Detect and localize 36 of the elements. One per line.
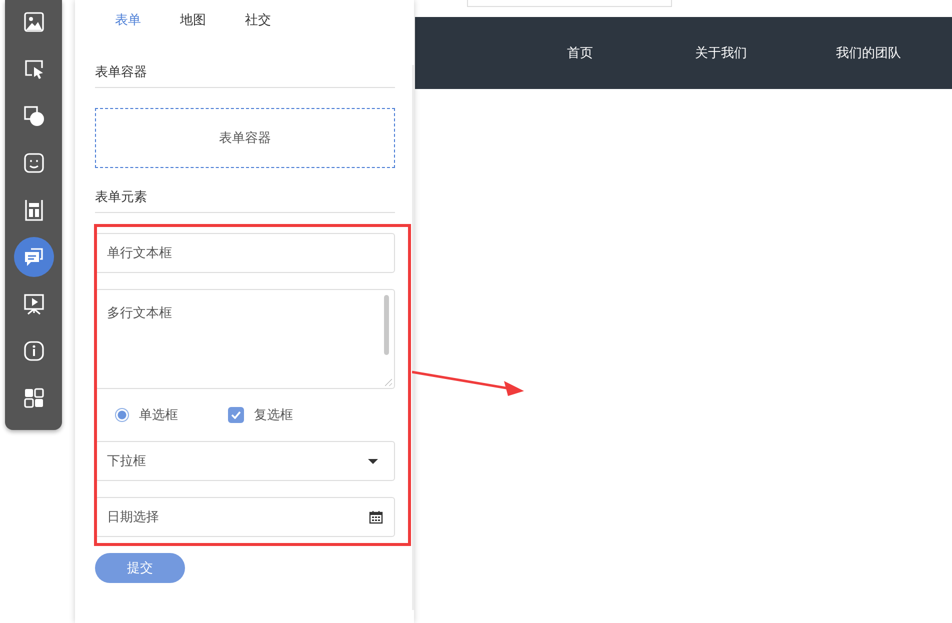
resize-grip-icon bbox=[385, 379, 392, 386]
date-placeholder: 日期选择 bbox=[107, 509, 159, 526]
form-container-block[interactable]: 表单容器 bbox=[95, 108, 395, 168]
placeholder-text: 多行文本框 bbox=[107, 306, 172, 321]
nav-link[interactable]: 关于我们 bbox=[695, 44, 836, 62]
radio-label: 单选框 bbox=[139, 407, 178, 424]
image-icon bbox=[22, 11, 44, 33]
textarea-field[interactable]: 多行文本框 bbox=[95, 289, 395, 389]
dropdown-text: 下拉框 bbox=[107, 453, 146, 470]
checkmark-icon bbox=[231, 411, 241, 419]
caret-icon bbox=[368, 458, 378, 464]
radio-button[interactable] bbox=[115, 408, 129, 422]
checkbox-label: 复选框 bbox=[254, 407, 293, 424]
info-icon bbox=[22, 340, 44, 362]
section-heading: 表单容器 bbox=[95, 63, 395, 88]
tab[interactable]: 社交 bbox=[245, 11, 271, 29]
presentation-icon bbox=[22, 293, 44, 315]
tab[interactable]: 表单 bbox=[115, 11, 141, 29]
text-field[interactable]: 单行文本框 bbox=[95, 233, 395, 273]
layout-icon bbox=[22, 199, 44, 221]
face-icon bbox=[22, 152, 44, 174]
tool-button[interactable] bbox=[14, 237, 54, 277]
calendar-icon bbox=[369, 510, 383, 524]
section-heading: 表单元素 bbox=[95, 188, 395, 213]
grid-icon bbox=[22, 387, 44, 409]
nav-link[interactable]: 首页 bbox=[567, 44, 695, 62]
tab[interactable]: 地图 bbox=[180, 11, 206, 29]
nav-link[interactable]: 我们的团队 bbox=[836, 44, 952, 62]
chat-icon bbox=[22, 246, 44, 268]
input-field[interactable] bbox=[467, 0, 672, 7]
shapes-icon bbox=[22, 105, 44, 127]
date-field[interactable]: 日期选择 bbox=[95, 497, 395, 537]
dropdown[interactable]: 下拉框 bbox=[95, 441, 395, 481]
checkbox[interactable] bbox=[228, 407, 244, 423]
cursor-icon bbox=[22, 58, 44, 80]
scrollbar bbox=[384, 295, 389, 355]
